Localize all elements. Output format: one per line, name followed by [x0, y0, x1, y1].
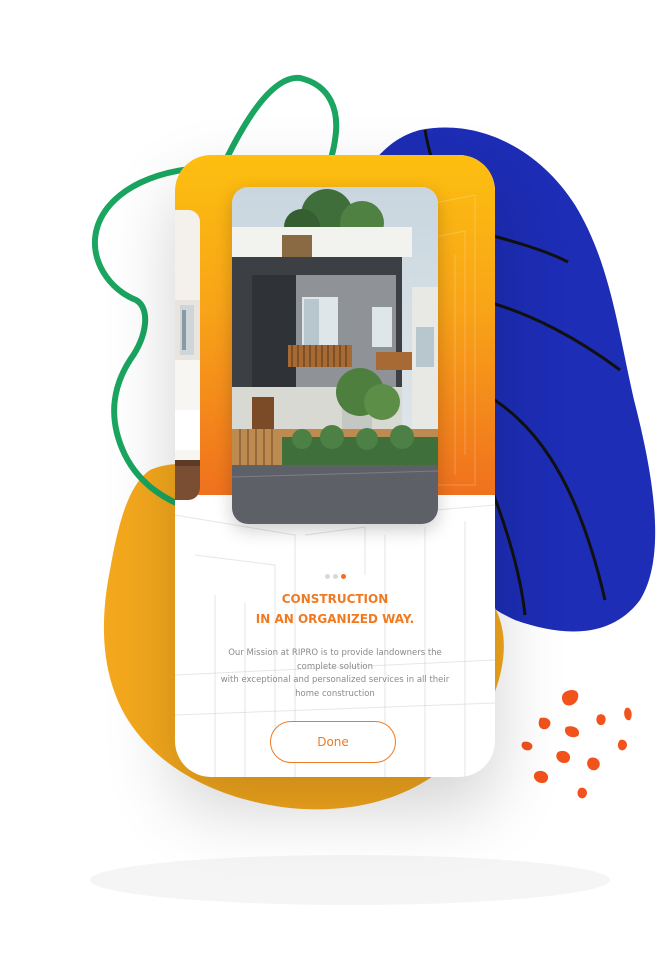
description-line: home construction	[295, 688, 375, 699]
onboarding-title: CONSTRUCTION IN AN ORGANIZED WAY.	[175, 589, 495, 629]
description-line: with exceptional and personalized servic…	[220, 675, 450, 685]
pagination-dots	[175, 574, 495, 582]
house-image	[232, 187, 438, 524]
previous-slide-preview[interactable]	[175, 210, 200, 500]
title-line: IN AN ORGANIZED WAY.	[255, 612, 415, 626]
phone-screen: CONSTRUCTION IN AN ORGANIZED WAY. Our Mi…	[175, 155, 495, 777]
done-button[interactable]: Done	[270, 721, 396, 763]
modern-house-illustration	[232, 187, 438, 524]
promo-scene: CONSTRUCTION IN AN ORGANIZED WAY. Our Mi…	[0, 0, 660, 960]
description-line: Our Mission at RIPRO is to provide lando…	[228, 648, 442, 658]
onboarding-description: Our Mission at RIPRO is to provide lando…	[193, 647, 477, 701]
page-dot[interactable]	[324, 574, 330, 579]
page-dot[interactable]	[332, 574, 338, 579]
title-line: CONSTRUCTION	[281, 592, 389, 606]
description-line: complete solution	[296, 661, 374, 672]
page-dot-active[interactable]	[340, 574, 346, 579]
ground-shadow	[90, 855, 610, 905]
interior-image	[175, 210, 200, 500]
paint-splash-icon	[521, 690, 632, 799]
